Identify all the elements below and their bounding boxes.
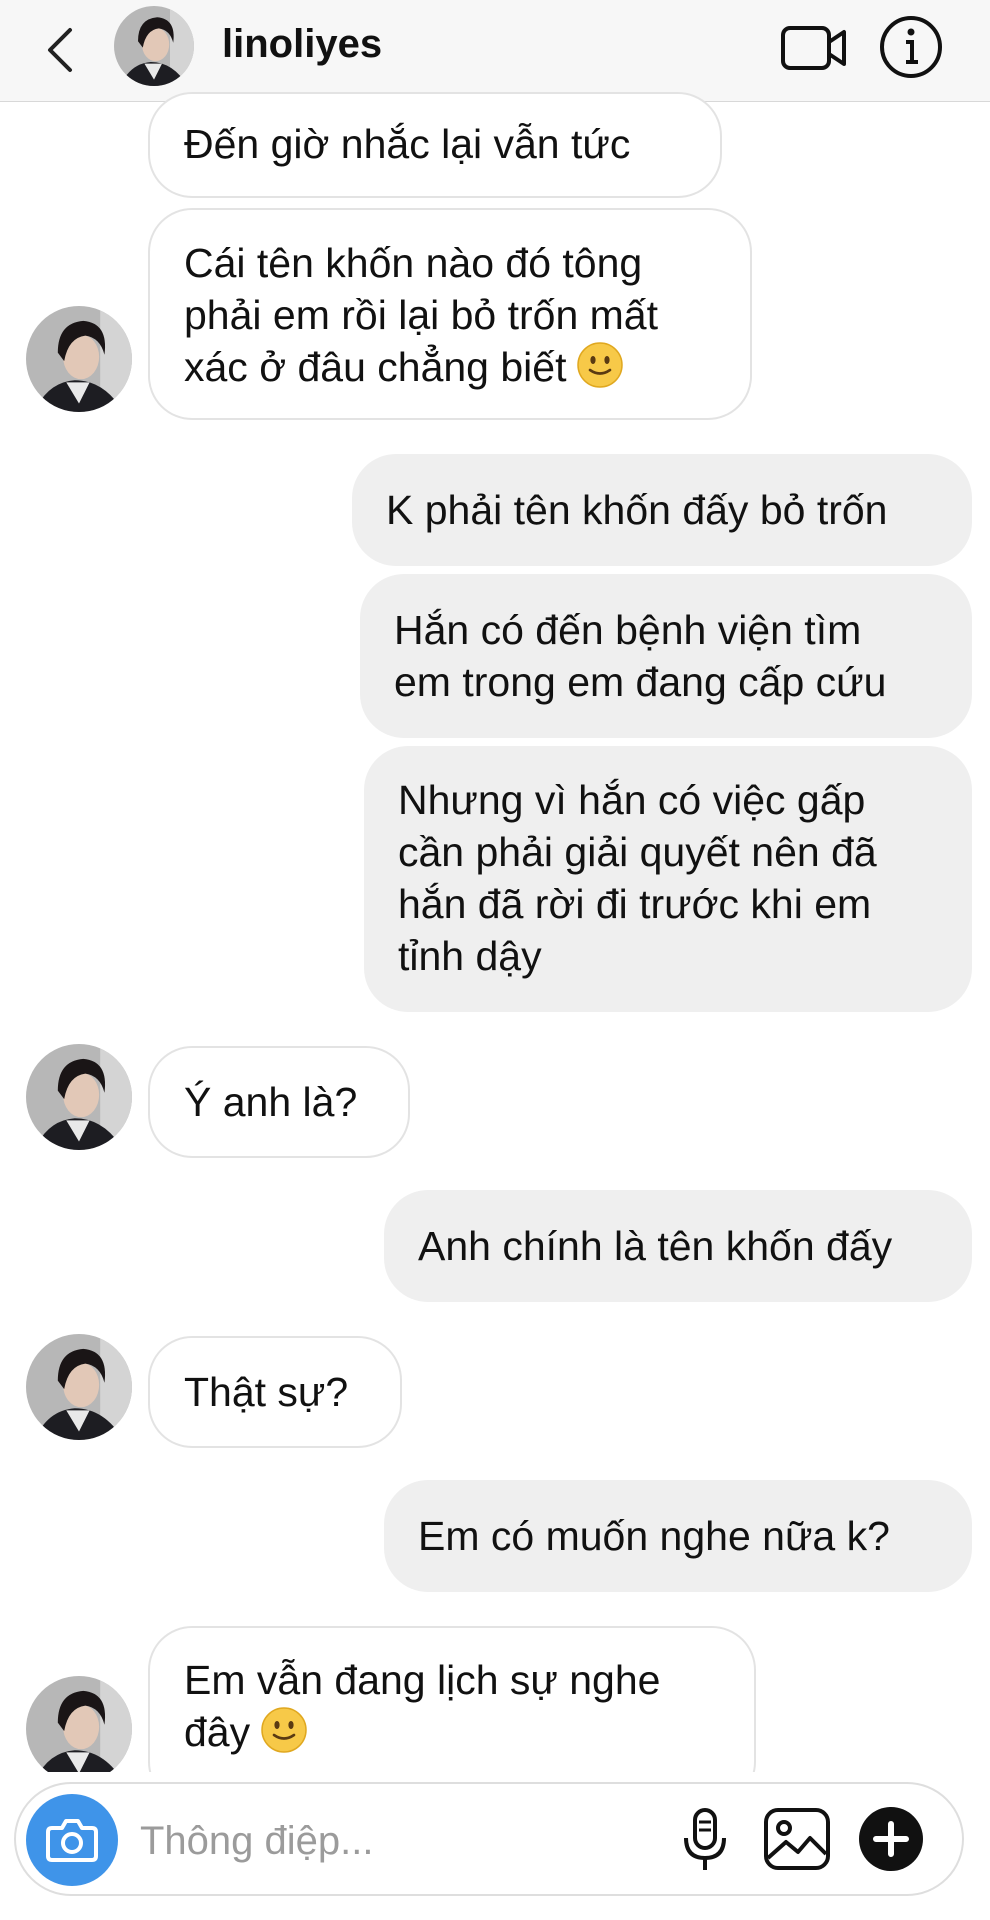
message-text: xác ở đâu chẳng biết <box>184 344 567 390</box>
message-text: cần phải giải quyết nên đã <box>398 829 877 875</box>
sender-avatar[interactable] <box>26 306 132 412</box>
slightly-smiling-face-emoji <box>260 1706 308 1754</box>
message-text: đây <box>184 1709 251 1755</box>
message-text: Ý anh là? <box>184 1079 358 1125</box>
message-text: Thật sự? <box>184 1369 349 1415</box>
message-text: Anh chính là tên khốn đấy <box>418 1223 893 1269</box>
incoming-message[interactable]: Cái tên khốn nào đó tông phải em rồi lại… <box>148 208 752 420</box>
outgoing-message[interactable]: Hắn có đến bệnh viện tìm em trong em đan… <box>360 574 972 738</box>
outgoing-message[interactable]: Anh chính là tên khốn đấy <box>384 1190 972 1302</box>
incoming-message[interactable]: Ý anh là? <box>148 1046 410 1158</box>
message-text: Nhưng vì hắn có việc gấp <box>398 777 866 823</box>
message-text: Em vẫn đang lịch sự nghe <box>184 1657 661 1703</box>
outgoing-message[interactable]: Nhưng vì hắn có việc gấp cần phải giải q… <box>364 746 972 1012</box>
slightly-smiling-face-emoji <box>576 341 624 389</box>
camera-icon <box>46 1819 98 1862</box>
back-arrow-icon[interactable] <box>40 22 80 78</box>
camera-button[interactable] <box>26 1794 118 1886</box>
sender-avatar[interactable] <box>26 1044 132 1150</box>
message-text: Hắn có đến bệnh viện tìm <box>394 607 862 653</box>
message-composer <box>14 1782 964 1896</box>
outgoing-message[interactable]: Em có muốn nghe nữa k? <box>384 1480 972 1592</box>
add-content-button[interactable] <box>858 1806 924 1872</box>
message-text: Đến giờ nhắc lại vẫn tức <box>184 121 631 167</box>
message-text: Cái tên khốn nào đó tông <box>184 240 643 286</box>
message-text: hắn đã rời đi trước khi em <box>398 881 872 927</box>
contact-avatar[interactable] <box>114 6 194 86</box>
incoming-message[interactable]: Thật sự? <box>148 1336 402 1448</box>
message-text: Em có muốn nghe nữa k? <box>418 1513 890 1559</box>
sender-avatar[interactable] <box>26 1334 132 1440</box>
info-icon[interactable] <box>878 14 944 80</box>
incoming-message[interactable]: Đến giờ nhắc lại vẫn tức <box>148 92 722 198</box>
message-text: phải em rồi lại bỏ trốn mất <box>184 292 659 338</box>
contact-username[interactable]: linoliyes <box>222 22 382 67</box>
outgoing-message[interactable]: K phải tên khốn đấy bỏ trốn <box>352 454 972 566</box>
sender-avatar[interactable] <box>26 1676 132 1782</box>
microphone-icon[interactable] <box>678 1806 732 1876</box>
gallery-icon[interactable] <box>762 1806 832 1872</box>
video-call-icon[interactable] <box>780 20 848 76</box>
message-text: K phải tên khốn đấy bỏ trốn <box>386 487 888 533</box>
chat-header: linoliyes <box>0 0 990 102</box>
message-input[interactable] <box>138 1814 542 1868</box>
message-text: tỉnh dậy <box>398 933 542 979</box>
message-text: em trong em đang cấp cứu <box>394 659 887 705</box>
